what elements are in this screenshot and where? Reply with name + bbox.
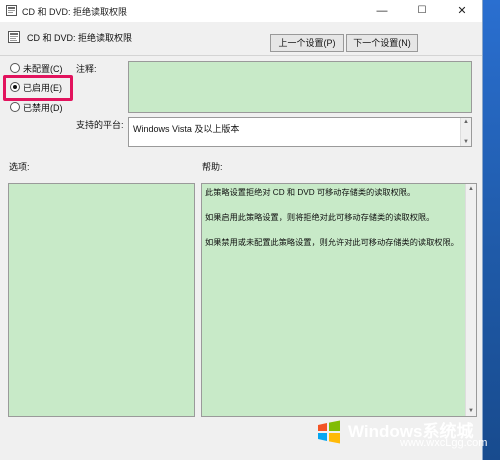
scroll-up-icon[interactable]: ▲ <box>461 119 471 125</box>
title-bar: CD 和 DVD: 拒绝读取权限 — ☐ ✕ <box>0 0 482 22</box>
help-text: 此策略设置拒绝对 CD 和 DVD 可移动存储类的读取权限。 如果启用此策略设置… <box>205 187 462 262</box>
options-pane <box>8 183 195 417</box>
next-setting-button[interactable]: 下一个设置(N) <box>346 34 418 52</box>
watermark-site: www.wxcLgg.com <box>400 437 488 449</box>
help-paragraph-1: 此策略设置拒绝对 CD 和 DVD 可移动存储类的读取权限。 <box>205 188 416 197</box>
policy-settings-icon <box>6 5 17 16</box>
help-paragraph-3: 如果禁用或未配置此策略设置，则允许对此可移动存储类的读取权限。 <box>205 238 459 247</box>
scroll-down-icon[interactable]: ▼ <box>466 408 476 414</box>
desktop-background <box>482 0 500 460</box>
window-title: CD 和 DVD: 拒绝读取权限 <box>22 7 128 17</box>
radio-circle[interactable] <box>10 63 20 73</box>
radio-disabled[interactable]: 已禁用(D) <box>10 101 63 115</box>
radio-not-configured[interactable]: 未配置(C) <box>10 62 63 76</box>
radio-label: 未配置(C) <box>23 64 63 74</box>
close-button[interactable]: ✕ <box>442 0 482 22</box>
help-paragraph-2: 如果启用此策略设置，则将拒绝对此可移动存储类的读取权限。 <box>205 213 435 222</box>
policy-title: CD 和 DVD: 拒绝读取权限 <box>27 33 133 43</box>
comment-label: 注释: <box>76 64 97 74</box>
policy-header-icon <box>8 31 20 43</box>
options-section-label: 选项: <box>9 162 30 172</box>
maximize-button[interactable]: ☐ <box>402 0 442 22</box>
comment-textarea[interactable] <box>128 61 472 113</box>
help-scrollbar[interactable]: ▲ ▼ <box>465 184 476 416</box>
platform-value: Windows Vista 及以上版本 <box>133 124 240 134</box>
radio-label: 已禁用(D) <box>23 103 63 113</box>
windows-logo-icon <box>318 420 340 444</box>
scroll-up-icon[interactable]: ▲ <box>466 186 476 192</box>
platform-label: 支持的平台: <box>76 120 124 130</box>
previous-setting-button[interactable]: 上一个设置(P) <box>270 34 344 52</box>
policy-editor-window: CD 和 DVD: 拒绝读取权限 — ☐ ✕ CD 和 DVD: 拒绝读取权限 … <box>0 0 487 460</box>
radio-circle[interactable] <box>10 102 20 112</box>
help-pane: 此策略设置拒绝对 CD 和 DVD 可移动存储类的读取权限。 如果启用此策略设置… <box>201 183 477 417</box>
platform-scrollbar[interactable]: ▲ ▼ <box>460 118 471 146</box>
minimize-button[interactable]: — <box>362 0 402 22</box>
platform-field: Windows Vista 及以上版本 ▲ ▼ <box>128 117 472 147</box>
help-section-label: 帮助: <box>202 162 223 172</box>
scroll-down-icon[interactable]: ▼ <box>461 139 471 145</box>
enabled-highlight-frame <box>3 75 73 101</box>
header-divider <box>0 55 482 56</box>
